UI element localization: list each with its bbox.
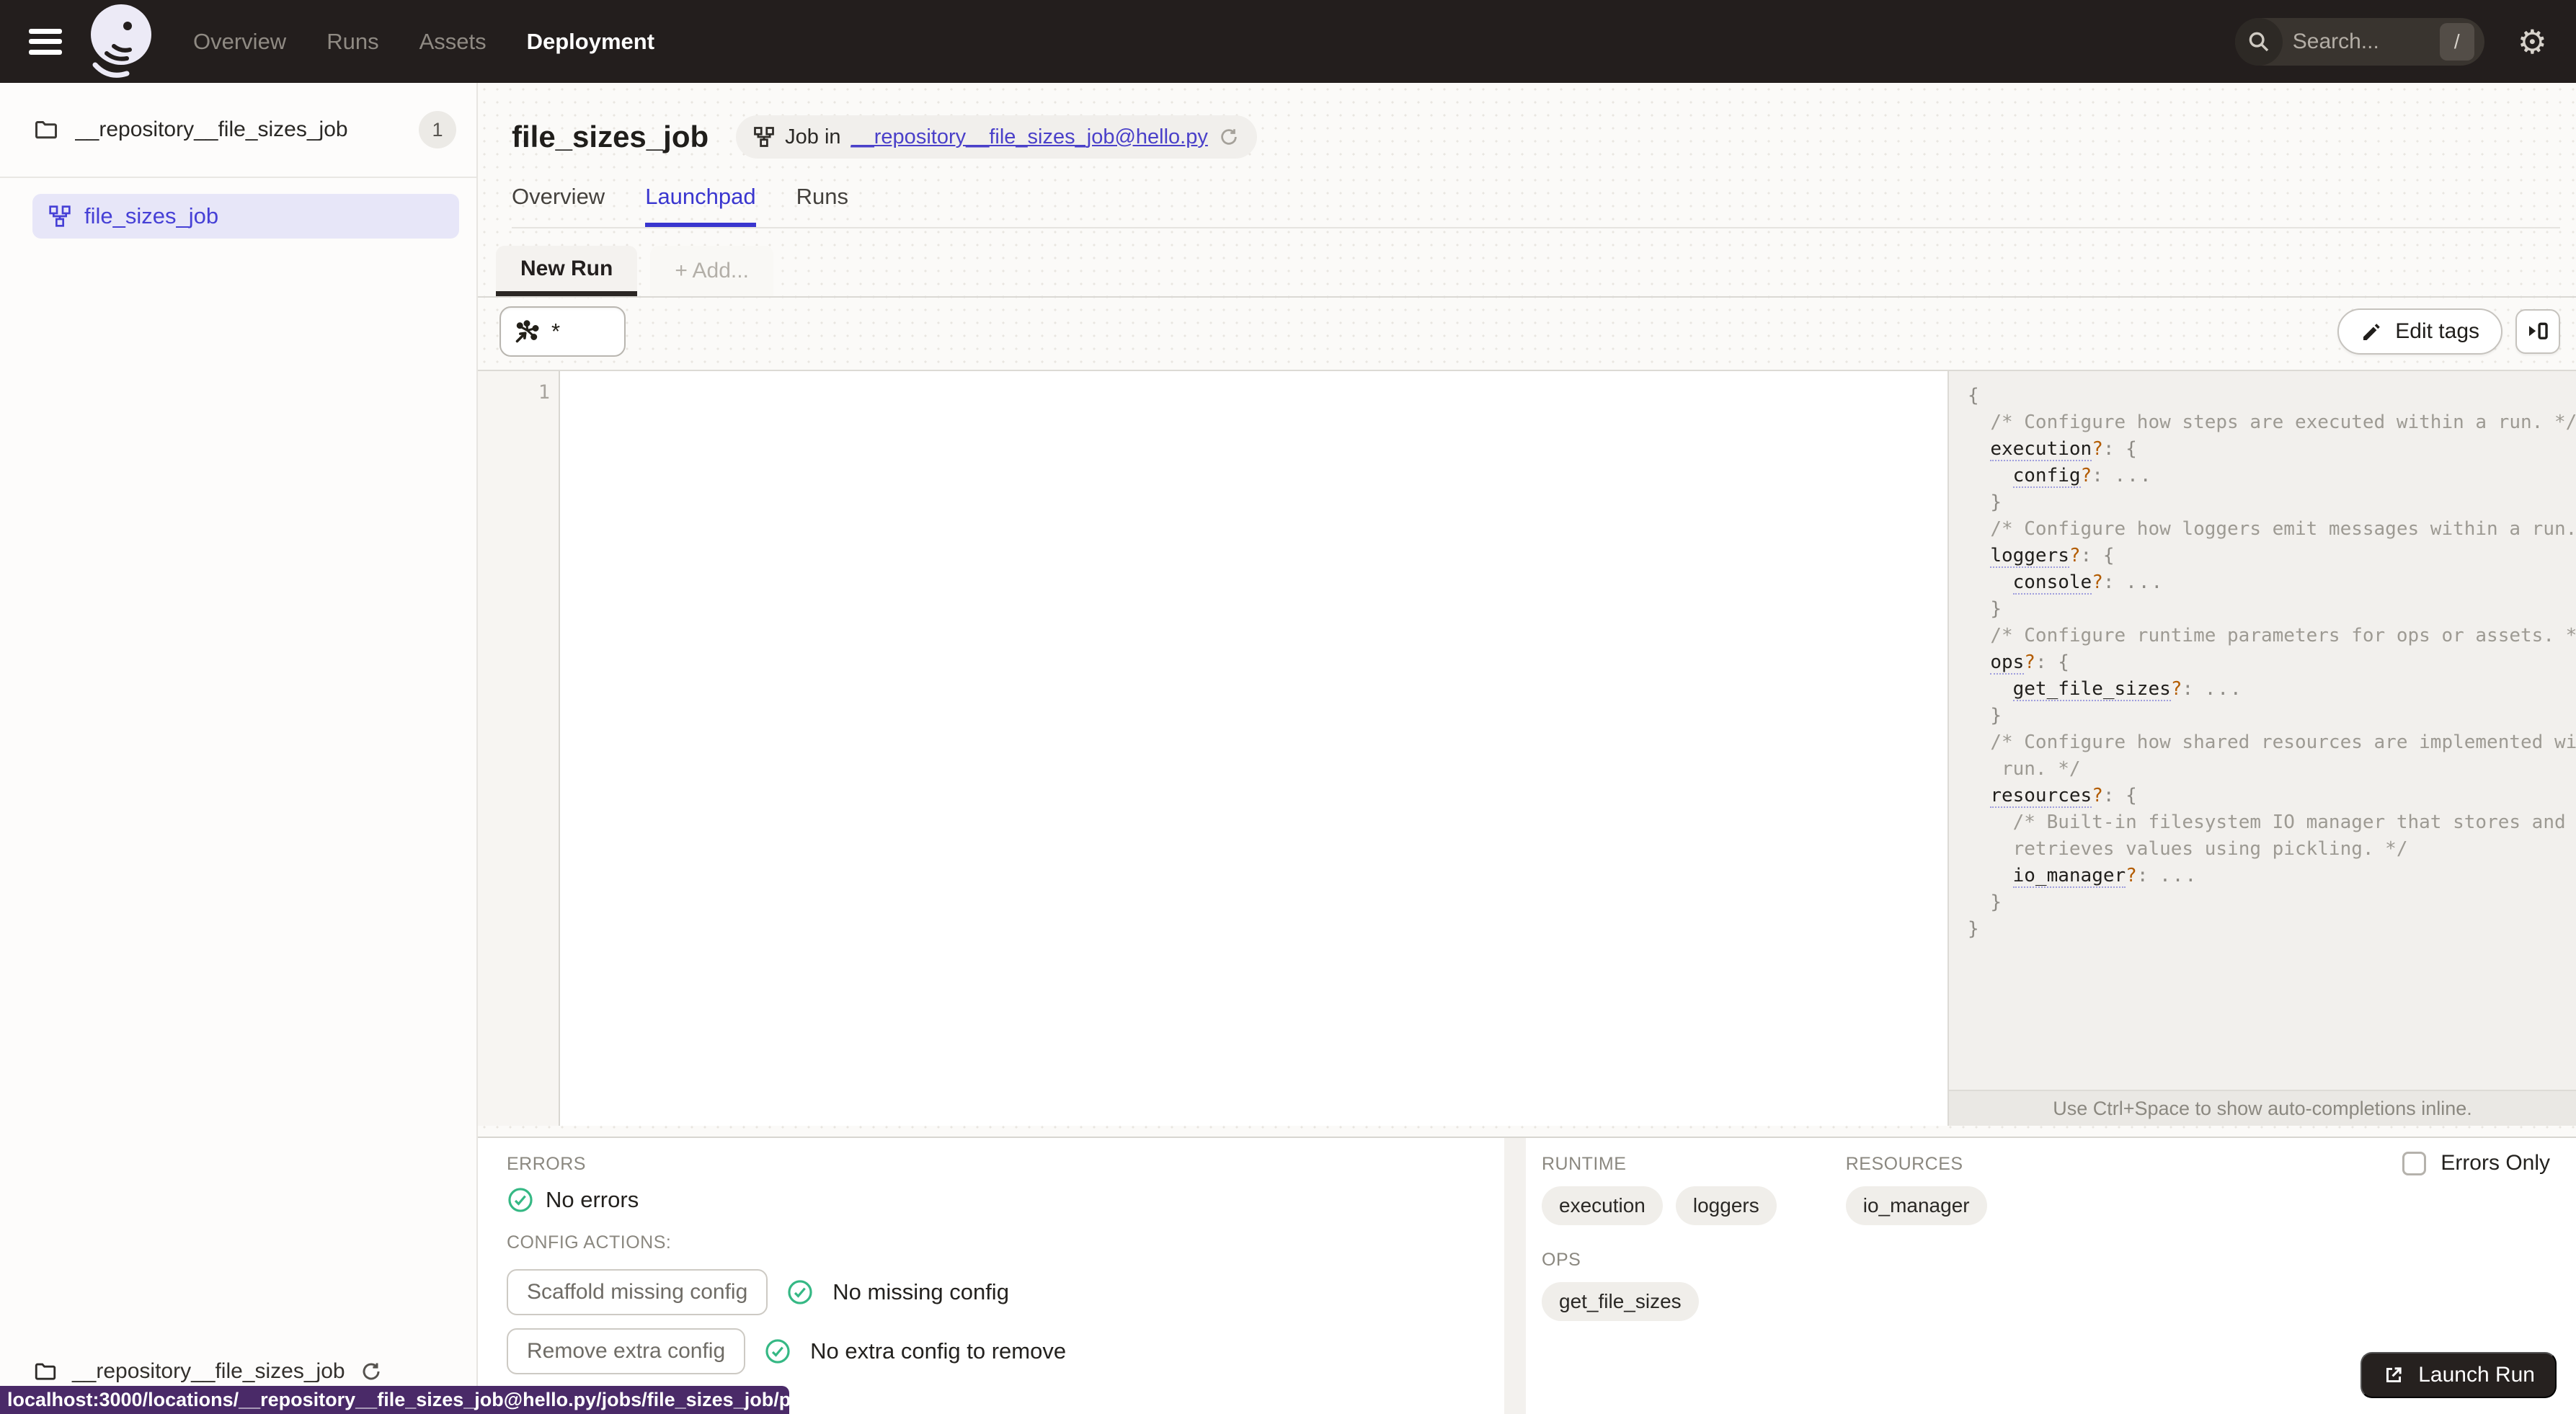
launchpad-toolbar: * Edit tags — [478, 298, 2576, 364]
runtime-chips: execution loggers — [1542, 1186, 1777, 1225]
tab-overview[interactable]: Overview — [512, 184, 605, 227]
search-icon — [2234, 17, 2283, 66]
nav-item-deployment[interactable]: Deployment — [527, 29, 654, 55]
ops-chips: get_file_sizes — [1542, 1282, 1777, 1321]
job-graph-icon — [753, 126, 775, 148]
repo-count-badge: 1 — [419, 111, 456, 148]
launch-run-label: Launch Run — [2418, 1363, 2535, 1387]
gear-icon[interactable]: ⚙ — [2518, 25, 2547, 58]
reload-icon[interactable] — [1218, 126, 1240, 148]
no-extra-config-status: No extra config to remove — [810, 1338, 1067, 1364]
edit-tags-button[interactable]: Edit tags — [2337, 308, 2502, 355]
runtime-label: RUNTIME — [1542, 1154, 1627, 1174]
nav-item-runs[interactable]: Runs — [327, 29, 378, 55]
sidebar-footer-repo-name: __repository__file_sizes_job — [72, 1359, 345, 1383]
launch-icon — [2382, 1364, 2405, 1387]
repo-location-link[interactable]: __repository__file_sizes_job@hello.py — [851, 125, 1208, 149]
nav-item-assets[interactable]: Assets — [419, 29, 487, 55]
folder-icon — [33, 117, 59, 143]
remove-extra-config-button[interactable]: Remove extra config — [507, 1328, 746, 1374]
collapse-panel-button[interactable] — [2515, 309, 2560, 354]
config-tab-add[interactable]: + Add... — [650, 246, 773, 296]
config-schema-panel: { /* Configure how steps are executed wi… — [1947, 371, 2576, 1126]
resources-label: RESOURCES — [1845, 1154, 1963, 1174]
runtime-column: RUNTIME execution loggers OPS get_file_si… — [1542, 1154, 1777, 1346]
check-circle-icon — [764, 1338, 791, 1365]
tag-chip: io_manager — [1845, 1186, 1987, 1225]
dagster-logo[interactable] — [85, 3, 154, 81]
top-nav: Overview Runs Assets Deployment Search..… — [0, 0, 2576, 83]
editor-line-gutter: 1 — [478, 371, 560, 1126]
sidebar-item-label: file_sizes_job — [84, 203, 219, 228]
errors-panel: ERRORS No errors CONFIG ACTIONS: Scaffol… — [478, 1138, 1504, 1414]
pencil-icon — [2360, 320, 2384, 343]
config-tab-new-run[interactable]: New Run — [496, 246, 638, 296]
tag-chip: get_file_sizes — [1542, 1282, 1699, 1321]
tab-runs[interactable]: Runs — [796, 184, 848, 227]
config-schema-lines: { /* Configure how steps are executed wi… — [1968, 385, 2576, 940]
errors-only-checkbox[interactable] — [2402, 1151, 2427, 1175]
job-graph-icon — [48, 205, 71, 228]
main-content: file_sizes_job Job in __repository__file… — [478, 83, 2576, 1414]
status-url: localhost:3000/locations/__repository__f… — [7, 1389, 885, 1410]
browser-status-tooltip: localhost:3000/locations/__repository__f… — [0, 1386, 885, 1414]
folder-icon — [33, 1359, 58, 1384]
sidebar-footer-repo[interactable]: __repository__file_sizes_job — [33, 1359, 383, 1384]
line-number: 1 — [538, 381, 550, 404]
launch-run-button[interactable]: Launch Run — [2360, 1352, 2557, 1398]
primary-nav: Overview Runs Assets Deployment — [193, 29, 654, 55]
repo-name: __repository__file_sizes_job — [75, 117, 348, 141]
autocomplete-hint: Use Ctrl+Space to show auto-completions … — [1949, 1090, 2576, 1126]
no-missing-config-status: No missing config — [832, 1279, 1009, 1304]
op-selector-input[interactable]: * — [499, 306, 626, 357]
nav-item-overview[interactable]: Overview — [193, 29, 286, 55]
op-selector-icon — [514, 319, 540, 344]
launchpad-config-tabs: New Run + Add... — [478, 228, 2576, 298]
errors-only-label: Errors Only — [2440, 1151, 2550, 1175]
page-title: file_sizes_job — [512, 120, 709, 154]
page-tabs: Overview Launchpad Runs — [512, 184, 2560, 228]
job-location-chip: Job in __repository__file_sizes_job@hell… — [736, 115, 1257, 159]
config-editor-input[interactable] — [560, 371, 1947, 1126]
tab-launchpad[interactable]: Launchpad — [645, 184, 756, 227]
launchpad-bottom-panel: ERRORS No errors CONFIG ACTIONS: Scaffol… — [478, 1137, 2576, 1414]
hamburger-menu-icon[interactable] — [29, 28, 62, 55]
search-placeholder: Search... — [2292, 29, 2379, 53]
config-actions-label: CONFIG ACTIONS: — [507, 1232, 672, 1253]
ops-label: OPS — [1542, 1250, 1581, 1270]
resources-column: RESOURCES io_manager — [1845, 1154, 1987, 1346]
no-errors-status: No errors — [546, 1187, 639, 1212]
errors-label: ERRORS — [507, 1154, 586, 1174]
tag-chip: loggers — [1675, 1186, 1777, 1225]
job-chip-prefix: Job in — [785, 125, 841, 148]
panel-right-icon — [2526, 319, 2550, 344]
repo-header-row[interactable]: __repository__file_sizes_job 1 — [0, 83, 476, 178]
edit-tags-label: Edit tags — [2395, 319, 2479, 343]
reload-icon[interactable] — [360, 1360, 383, 1383]
tags-panel: RUNTIME execution loggers OPS get_file_si… — [1526, 1138, 2576, 1414]
config-editor-section: 1 { /* Configure how steps are executed … — [478, 370, 2576, 1126]
sidebar-item-file-sizes-job[interactable]: file_sizes_job — [32, 194, 459, 239]
errors-only-toggle[interactable]: Errors Only — [2402, 1151, 2550, 1175]
op-selector-value: * — [551, 319, 561, 344]
search-shortcut-key: / — [2439, 22, 2474, 61]
scaffold-missing-config-button[interactable]: Scaffold missing config — [507, 1269, 768, 1315]
bottom-panel-divider — [1504, 1138, 1526, 1414]
resources-chips: io_manager — [1845, 1186, 1987, 1225]
left-sidebar: __repository__file_sizes_job 1 file_size… — [0, 83, 478, 1414]
page-header: file_sizes_job Job in __repository__file… — [478, 83, 2576, 228]
check-circle-icon — [786, 1279, 814, 1306]
check-circle-icon — [507, 1186, 534, 1214]
search-input[interactable]: Search... / — [2234, 17, 2484, 66]
tag-chip: execution — [1542, 1186, 1663, 1225]
